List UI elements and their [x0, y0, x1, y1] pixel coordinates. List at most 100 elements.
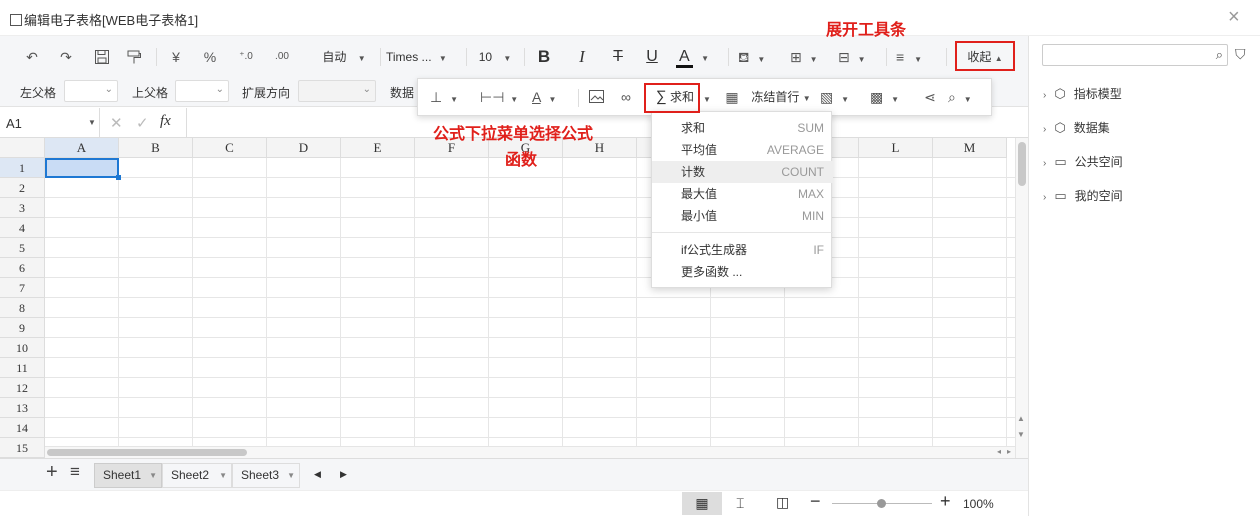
valign-button[interactable]: ⊥ ▼: [430, 85, 470, 109]
row-header[interactable]: 1: [0, 158, 45, 178]
normal-view-icon[interactable]: ▦: [682, 492, 722, 515]
column-header[interactable]: C: [193, 138, 267, 158]
scroll-down-icon[interactable]: ▼: [1017, 430, 1025, 439]
formula-option[interactable]: 计数 COUNT: [652, 161, 833, 183]
row-header[interactable]: 5: [0, 238, 45, 258]
row-header[interactable]: 13: [0, 398, 45, 418]
merge-cells-button[interactable]: ⊟ ▼: [838, 45, 880, 69]
column-header[interactable]: D: [267, 138, 341, 158]
row-header[interactable]: 12: [0, 378, 45, 398]
image-icon[interactable]: [584, 85, 608, 109]
redo-icon[interactable]: ↷: [54, 45, 78, 69]
row-header[interactable]: 10: [0, 338, 45, 358]
search-icon[interactable]: ⌕: [1216, 47, 1223, 63]
if-generator-option[interactable]: if公式生成器 IF: [652, 239, 833, 261]
tree-item[interactable]: › ⬡ 指标模型: [1043, 84, 1122, 104]
row-header[interactable]: 4: [0, 218, 45, 238]
resource-search-input[interactable]: ⌕: [1042, 44, 1228, 66]
freeze-first-row-select[interactable]: 冻结首行 ▼: [748, 85, 814, 109]
italic-button[interactable]: I: [570, 45, 594, 69]
column-header[interactable]: A: [45, 138, 119, 158]
close-icon[interactable]: ×: [1228, 6, 1240, 28]
formula-option[interactable]: 平均值 AVERAGE: [652, 139, 833, 161]
font-size-select[interactable]: 10 ▼: [472, 45, 518, 69]
underline-button[interactable]: U: [640, 45, 664, 69]
align-button[interactable]: ≡ ▼: [896, 45, 938, 69]
column-width-button[interactable]: ⊢⊣ ▼: [480, 85, 522, 109]
link-icon[interactable]: ∞: [614, 85, 638, 109]
row-header[interactable]: 2: [0, 178, 45, 198]
text-rotate-button[interactable]: A ▼: [532, 85, 572, 109]
fx-icon[interactable]: fx: [160, 113, 171, 130]
top-parent-select[interactable]: ⌄: [175, 80, 229, 102]
tree-item[interactable]: › ▭ 公共空间: [1043, 152, 1123, 172]
vertical-scroll-thumb[interactable]: [1018, 142, 1026, 186]
share-icon[interactable]: ⋖: [918, 85, 942, 109]
column-header[interactable]: B: [119, 138, 193, 158]
column-header[interactable]: E: [341, 138, 415, 158]
formula-option[interactable]: 最大值 MAX: [652, 183, 833, 205]
formula-option[interactable]: 求和 SUM: [652, 117, 833, 139]
column-header[interactable]: L: [859, 138, 933, 158]
row-header[interactable]: 9: [0, 318, 45, 338]
scroll-right-icon[interactable]: ▸: [1007, 447, 1011, 456]
tree-item[interactable]: › ⬡ 数据集: [1043, 118, 1110, 138]
sheet-tab-1[interactable]: Sheet1 ▼: [94, 463, 162, 488]
row-header[interactable]: 8: [0, 298, 45, 318]
font-family-select[interactable]: Times ... ▼: [386, 45, 460, 69]
horizontal-scrollbar[interactable]: ◂ ▸: [45, 446, 1015, 458]
selected-cell-a1[interactable]: [45, 158, 119, 178]
sheet-next-icon[interactable]: ▶: [340, 469, 347, 480]
number-format-select[interactable]: 自动 ▼: [312, 45, 376, 69]
percent-icon[interactable]: %: [198, 45, 222, 69]
corner-cell[interactable]: [0, 138, 45, 158]
spreadsheet-grid[interactable]: ABCDEFGHIJKLM 123456789101112131415 ▲ ▼ …: [0, 138, 1028, 458]
chart-button[interactable]: ▩ ▼: [870, 85, 910, 109]
left-parent-select[interactable]: ⌄: [64, 80, 118, 102]
expand-direction-select[interactable]: ⌄: [298, 80, 376, 102]
horizontal-scroll-thumb[interactable]: [47, 449, 247, 456]
font-color-button[interactable]: A ▼: [676, 45, 720, 69]
sheet-tab-3[interactable]: Sheet3 ▼: [232, 463, 300, 488]
column-header[interactable]: M: [933, 138, 1007, 158]
row-header[interactable]: 3: [0, 198, 45, 218]
bold-button[interactable]: B: [532, 45, 556, 69]
undo-icon[interactable]: ↶: [20, 45, 44, 69]
sheet-prev-icon[interactable]: ◀: [314, 469, 321, 480]
search-button[interactable]: ⌕ ▼: [948, 85, 988, 109]
formula-dropdown-toggle[interactable]: ▼: [700, 85, 714, 109]
row-header[interactable]: 11: [0, 358, 45, 378]
page-break-icon[interactable]: ⌶: [736, 495, 744, 512]
name-box[interactable]: A1 ▼: [0, 108, 100, 137]
add-sheet-icon[interactable]: +: [46, 461, 58, 484]
confirm-icon[interactable]: ✓: [136, 114, 149, 132]
border-button[interactable]: ⊞ ▼: [790, 45, 830, 69]
more-functions-option[interactable]: 更多函数 ...: [652, 261, 833, 283]
sheet-list-icon[interactable]: ≡: [70, 462, 80, 482]
freeze-icon[interactable]: ▦: [722, 85, 742, 109]
fill-color-button[interactable]: ⛾ ▼: [738, 45, 782, 69]
vertical-scrollbar[interactable]: ▲ ▼: [1015, 138, 1028, 458]
zoom-slider-handle[interactable]: [877, 499, 886, 508]
strikethrough-button[interactable]: T: [606, 45, 630, 69]
conditional-format-button[interactable]: ▧ ▼: [820, 85, 860, 109]
tree-item[interactable]: › ▭ 我的空间: [1043, 186, 1123, 206]
scroll-up-icon[interactable]: ▲: [1017, 414, 1025, 423]
filter-icon[interactable]: ⛉: [1235, 46, 1246, 63]
row-header[interactable]: 14: [0, 418, 45, 438]
format-painter-icon[interactable]: [122, 45, 146, 69]
formula-option[interactable]: 最小值 MIN: [652, 205, 833, 227]
zoom-in-icon[interactable]: +: [940, 491, 951, 512]
sheet-tab-2[interactable]: Sheet2 ▼: [162, 463, 232, 488]
row-header[interactable]: 15: [0, 438, 45, 458]
scroll-left-icon[interactable]: ◂: [997, 447, 1001, 456]
increase-decimal-icon[interactable]: ⁺.0: [232, 45, 260, 69]
currency-icon[interactable]: ¥: [164, 45, 188, 69]
fill-handle[interactable]: [116, 175, 121, 180]
page-layout-icon[interactable]: ◫: [776, 494, 789, 511]
decrease-decimal-icon[interactable]: .00: [268, 45, 296, 69]
row-header[interactable]: 6: [0, 258, 45, 278]
row-header[interactable]: 7: [0, 278, 45, 298]
save-icon[interactable]: [90, 45, 114, 69]
cancel-icon[interactable]: ✕: [110, 114, 123, 132]
